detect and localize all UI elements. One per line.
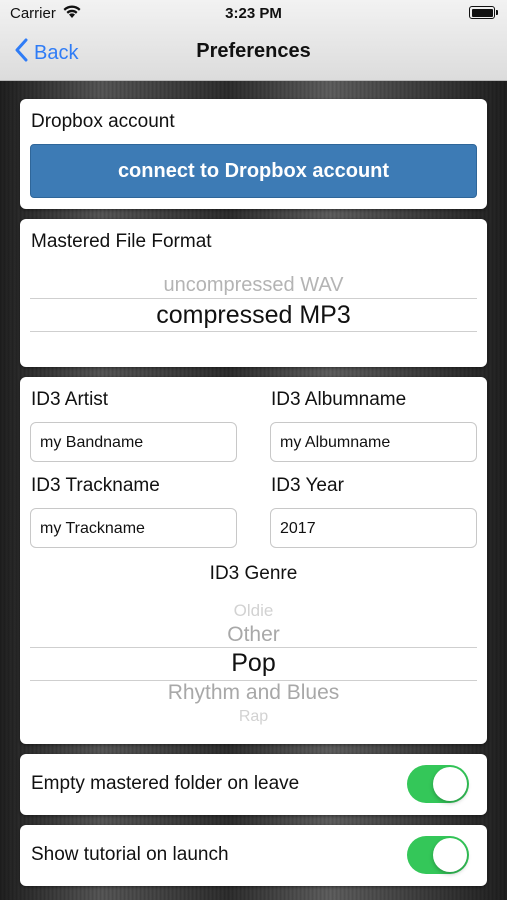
- id3-albumname-field[interactable]: my Albumname: [270, 422, 477, 462]
- file-format-label: Mastered File Format: [31, 231, 212, 252]
- picker-selected-option[interactable]: compressed MP3: [20, 301, 487, 330]
- connect-dropbox-button[interactable]: connect to Dropbox account: [30, 144, 477, 198]
- picker-option[interactable]: Rap: [20, 708, 487, 726]
- dropbox-card: Dropbox account connect to Dropbox accou…: [20, 99, 487, 209]
- navigation-bar: Back Preferences: [0, 30, 507, 74]
- id3-year-field[interactable]: 2017: [270, 508, 477, 548]
- id3-trackname-field[interactable]: my Trackname: [30, 508, 237, 548]
- empty-folder-toggle[interactable]: [407, 765, 469, 803]
- picker-option[interactable]: Oldie: [20, 601, 487, 621]
- picker-option[interactable]: Other: [20, 623, 487, 647]
- id3-genre-label: ID3 Genre: [209, 563, 298, 584]
- show-tutorial-label: Show tutorial on launch: [31, 844, 229, 865]
- id3-year-label: ID3 Year: [271, 475, 344, 496]
- show-tutorial-row: Show tutorial on launch: [20, 825, 487, 886]
- picker-option[interactable]: Rhythm and Blues: [20, 681, 487, 705]
- picker-option[interactable]: uncompressed WAV: [20, 274, 487, 297]
- id3-card: ID3 Artist my Bandname ID3 Albumname my …: [20, 377, 487, 744]
- picker-selected-option[interactable]: Pop: [20, 649, 487, 678]
- status-bar: Carrier 3:23 PM: [0, 0, 507, 28]
- battery-icon: [469, 6, 498, 19]
- id3-artist-field[interactable]: my Bandname: [30, 422, 237, 462]
- picker-divider: [30, 331, 477, 332]
- empty-folder-row: Empty mastered folder on leave: [20, 754, 487, 815]
- show-tutorial-toggle[interactable]: [407, 836, 469, 874]
- file-format-card: Mastered File Format uncompressed WAV co…: [20, 219, 487, 367]
- picker-divider: [30, 298, 477, 299]
- dropbox-label: Dropbox account: [31, 111, 175, 132]
- page-title: Preferences: [196, 40, 311, 62]
- id3-albumname-label: ID3 Albumname: [271, 389, 407, 410]
- empty-folder-label: Empty mastered folder on leave: [31, 773, 300, 794]
- picker-divider: [30, 647, 477, 648]
- id3-artist-label: ID3 Artist: [31, 389, 109, 410]
- clock: 3:23 PM: [225, 5, 282, 22]
- id3-trackname-label: ID3 Trackname: [31, 475, 160, 496]
- top-bar: Carrier 3:23 PM Back Preferences: [0, 0, 507, 81]
